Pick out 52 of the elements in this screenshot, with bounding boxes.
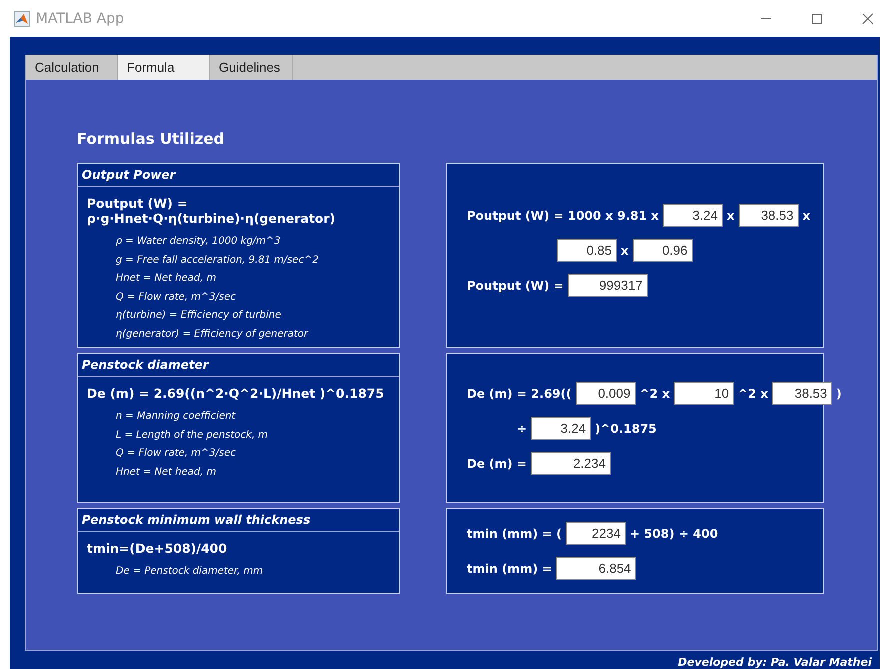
definition-text: De = Penstock diameter, mm — [115, 565, 264, 579]
definition-text: Q = Flow rate, m^3/sec — [115, 447, 237, 461]
definition-text: ρ = Water density, 1000 kg/m^3 — [115, 235, 282, 249]
tab[interactable]: Formula — [118, 55, 210, 80]
equation-text: tmin (mm) = — [467, 562, 552, 576]
number-field[interactable]: 2234 — [566, 522, 626, 545]
number-field[interactable]: 38.53 — [772, 382, 832, 405]
equation-text: De (m) = — [467, 456, 527, 470]
number-field[interactable]: 0.96 — [632, 239, 693, 262]
section-heading: Formulas Utilized — [77, 130, 226, 150]
definition-text: Hnet = Net head, m — [115, 272, 218, 286]
equation-text: ^2 x — [640, 386, 670, 400]
equation-text: x — [802, 208, 810, 222]
app-logo-icon — [14, 10, 30, 26]
developer-credit: Developed by: Pa. Valar Mathei — [677, 655, 874, 669]
formula-text: Poutput (W) = ρ·g·Hnet·Q·η(turbine)·η(generator) — [87, 196, 337, 226]
definition-text: Hnet = Net head, m — [115, 466, 218, 480]
definition-text: η(turbine) = Efficiency of turbine — [115, 309, 282, 323]
equation-text: )^0.1875 — [595, 422, 657, 436]
number-field[interactable]: 10 — [674, 382, 734, 405]
equation-text: De (m) = 2.69(( — [467, 386, 572, 400]
definition-text: g = Free fall acceleration, 9.81 m/sec^2 — [115, 254, 320, 268]
equation-text: Poutput (W) = 1000 x 9.81 x — [467, 208, 659, 222]
equation-text: ) — [836, 386, 842, 400]
definition-text: Q = Flow rate, m^3/sec — [115, 290, 237, 304]
equation-text: x — [621, 244, 629, 258]
close-icon[interactable] — [862, 12, 874, 24]
panel-title: Penstock diameter — [78, 354, 399, 377]
equation-text: ÷ — [517, 422, 528, 436]
equation-text: tmin (mm) = ( — [467, 526, 562, 540]
equation-text: Poutput (W) = — [467, 278, 564, 292]
equation-text: ^2 x — [738, 386, 768, 400]
formula-text: De (m) = 2.69((n^2·Q^2·L)/Hnet )^0.1875 — [87, 386, 386, 401]
maximize-icon[interactable] — [811, 12, 823, 24]
tab[interactable]: Guidelines — [210, 55, 293, 80]
panel-title: Penstock minimum wall thickness — [78, 509, 399, 532]
number-field[interactable]: 2.234 — [530, 452, 611, 475]
definition-text: η(generator) = Efficiency of generator — [115, 328, 310, 342]
formula-text: tmin=(De+508)/400 — [87, 541, 228, 556]
equation-text: x — [727, 208, 735, 222]
definition-text: L = Length of the penstock, m — [115, 428, 270, 442]
number-field[interactable]: 0.009 — [576, 382, 636, 405]
number-field[interactable]: 0.85 — [557, 239, 617, 262]
number-field[interactable]: 999317 — [568, 274, 648, 297]
window-title: MATLAB App — [36, 10, 124, 26]
number-field[interactable]: 38.53 — [738, 204, 799, 227]
number-field[interactable]: 3.24 — [531, 417, 592, 440]
equation-text: + 508) ÷ 400 — [630, 526, 718, 540]
number-field[interactable]: 6.854 — [556, 557, 636, 580]
number-field[interactable]: 3.24 — [663, 204, 723, 227]
panel-title: Output Power — [78, 164, 399, 187]
definition-text: n = Manning coefficient — [115, 410, 237, 424]
